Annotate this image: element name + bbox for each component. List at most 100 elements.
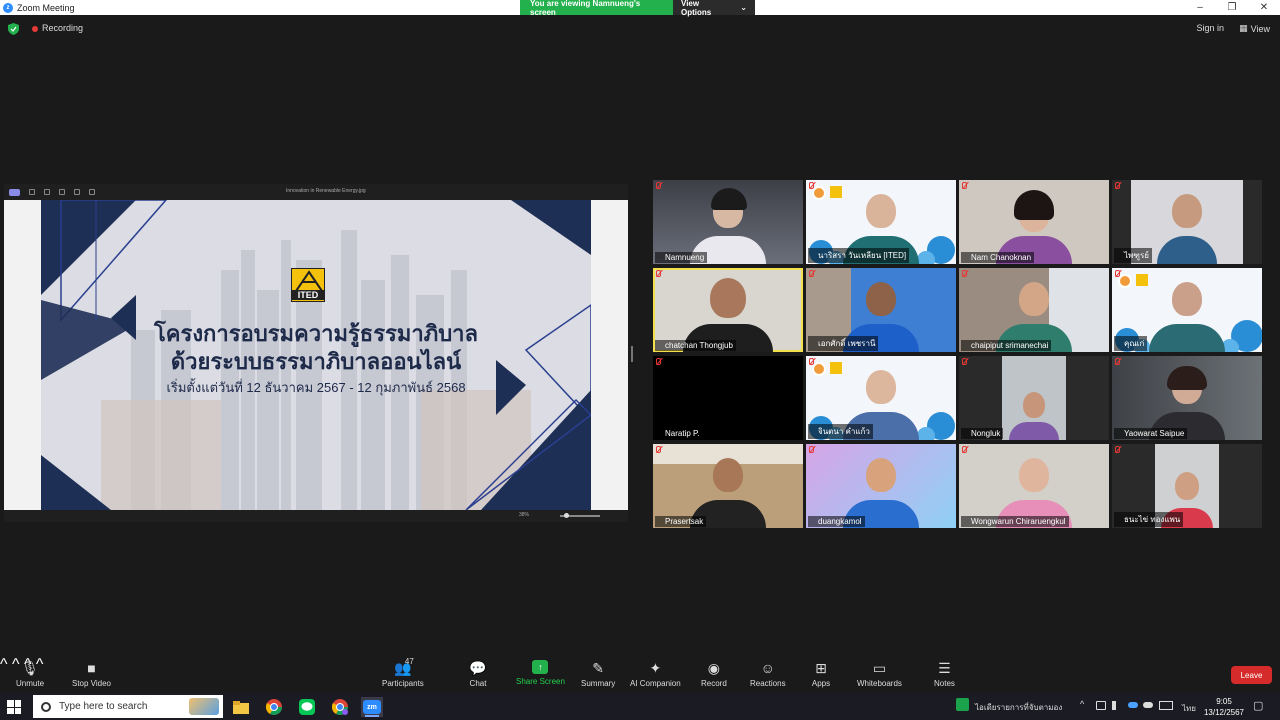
reactions-button[interactable]: ☺ Reactions — [750, 660, 786, 688]
network-icon[interactable] — [1096, 701, 1106, 710]
participant-face — [866, 282, 896, 316]
participant-tile[interactable]: นาริสรา วันเหลียน [ITED] — [806, 180, 956, 264]
minimize-button[interactable]: – — [1184, 0, 1216, 15]
apps-button[interactable]: ⊞ Apps — [811, 660, 831, 689]
stop-video-button[interactable]: ■ Stop Video — [72, 660, 111, 688]
summary-button[interactable]: ✎ Summary — [581, 659, 616, 689]
ited-small-logo-icon — [1136, 274, 1148, 286]
input-language[interactable]: ไทย — [1182, 702, 1196, 715]
participant-tile[interactable]: เอกศักดิ์ เพชรานี — [806, 268, 956, 352]
taskbar-clock[interactable]: 9:05 13/12/2567 — [1200, 696, 1248, 718]
share-screen-icon: ↑ — [532, 660, 549, 674]
taskbar-search-box[interactable]: Type here to search — [33, 695, 223, 718]
participant-name: Yaowarat Saipue — [1114, 428, 1188, 439]
share-screen-button[interactable]: ↑ Share Screen — [516, 660, 565, 686]
participant-tile[interactable]: Nam Chanoknan — [959, 180, 1109, 264]
onedrive-icon[interactable] — [1128, 702, 1138, 708]
participant-tile[interactable]: คุณเก่ — [1112, 268, 1262, 352]
image-viewer-toolbar: Innovation in Renewable Energy.jpg — [4, 184, 628, 200]
notes-button[interactable]: ☰ Notes — [934, 659, 955, 689]
recording-label[interactable]: Recording — [42, 23, 83, 33]
muted-mic-icon — [1115, 270, 1120, 277]
participant-name: Namnueng — [655, 252, 708, 263]
notes-icon: ☰ — [938, 659, 951, 676]
notification-center-icon[interactable]: ▢ — [1253, 699, 1263, 712]
muted-mic-icon — [809, 358, 814, 365]
line-app-icon[interactable] — [296, 697, 318, 717]
muted-mic-icon — [962, 270, 967, 277]
participant-tile[interactable]: chaipiput srimanechai — [959, 268, 1109, 352]
muted-mic-icon — [962, 446, 967, 453]
participant-tile-video-off[interactable]: Naratip P. — [653, 356, 803, 440]
reactions-icon: ☺ — [760, 660, 775, 676]
participant-tile[interactable]: Prasertsak — [653, 444, 803, 528]
participant-face — [1175, 472, 1199, 500]
chat-button[interactable]: 💬 Chat — [468, 660, 488, 689]
whiteboards-button[interactable]: ▭ Whiteboards — [857, 660, 902, 689]
participant-hair — [1014, 190, 1054, 220]
muted-mic-icon: 🎙 — [21, 659, 39, 676]
summary-label: Summary — [581, 679, 616, 688]
chrome-profile-icon[interactable] — [329, 697, 351, 717]
record-icon: ◉ — [707, 659, 720, 676]
windows-taskbar: Type here to search zm ไอเดียรายการที่จั… — [0, 693, 1280, 720]
zoom-taskbar-icon[interactable]: zm — [361, 697, 383, 717]
participant-tile[interactable]: Nongluk — [959, 356, 1109, 440]
org-emblem-icon — [812, 362, 826, 376]
muted-mic-icon — [656, 446, 661, 453]
news-widget-icon[interactable] — [956, 698, 969, 711]
meeting-status-row: Recording Sign in ▦ View — [0, 20, 1280, 38]
shield-icon[interactable] — [8, 23, 19, 35]
participant-tile-active-speaker[interactable]: chatchan Thongjub — [653, 268, 803, 352]
unmute-button[interactable]: 🎙 Unmute — [16, 659, 45, 689]
presentation-slide: ITED โครงการอบรมความรู้ธรรมาภิบาล ด้วยระ… — [41, 200, 591, 510]
reactions-label: Reactions — [750, 679, 786, 688]
record-button[interactable]: ◉ Record — [701, 659, 727, 689]
participant-tile[interactable]: duangkamol — [806, 444, 956, 528]
muted-mic-icon — [656, 358, 661, 365]
panel-resize-handle[interactable] — [631, 346, 633, 362]
participant-tile[interactable]: Yaowarat Saipue — [1112, 356, 1262, 440]
ai-companion-button[interactable]: ✦ AI Companion — [630, 660, 681, 689]
participant-face — [1172, 282, 1202, 316]
close-button[interactable]: ✕ — [1248, 0, 1280, 15]
participant-tile[interactable]: ธนะไข่ ทองแพน — [1112, 444, 1262, 528]
file-explorer-icon[interactable] — [230, 697, 252, 717]
ited-logo-text: ITED — [292, 290, 324, 300]
ited-logo: ITED — [291, 268, 325, 302]
view-options-button[interactable]: View Options ⌄ — [673, 0, 755, 17]
chrome-icon[interactable] — [263, 697, 285, 717]
print-icon — [74, 189, 80, 195]
audio-options-caret-icon[interactable]: ^ — [0, 656, 8, 673]
participant-tile[interactable]: จินตนา คำแก้ว — [806, 356, 956, 440]
speaker-icon[interactable] — [1112, 701, 1122, 710]
participant-face — [713, 458, 743, 492]
windows-start-icon[interactable] — [7, 700, 21, 714]
cloud-icon[interactable] — [1143, 702, 1153, 708]
viewing-banner: You are viewing Namnueng's screen View O… — [520, 0, 755, 17]
participants-button[interactable]: 👥 47 Participants — [382, 657, 424, 688]
participant-name: ธนะไข่ ทองแพน — [1114, 512, 1184, 527]
leave-button[interactable]: Leave — [1231, 666, 1272, 684]
unmute-label: Unmute — [16, 679, 45, 688]
org-emblem-icon — [1118, 274, 1132, 288]
keyboard-icon[interactable] — [1159, 701, 1173, 710]
ai-companion-label: AI Companion — [630, 679, 681, 688]
summary-icon: ✎ — [592, 659, 604, 676]
rotate-icon — [29, 189, 35, 195]
org-emblem-icon — [812, 186, 826, 200]
maximize-button[interactable]: ❐ — [1216, 0, 1248, 15]
muted-mic-icon — [656, 182, 661, 189]
show-hidden-icons-chevron-icon[interactable]: ^ — [1080, 699, 1084, 709]
participant-face — [710, 278, 746, 318]
edit-icon — [9, 188, 20, 196]
participant-tile[interactable]: Namnueng — [653, 180, 803, 264]
view-button[interactable]: ▦ View — [1239, 23, 1270, 34]
notification-text[interactable]: ไอเดียรายการที่จับตามอง — [975, 701, 1062, 714]
sign-in-link[interactable]: Sign in — [1196, 23, 1224, 33]
muted-mic-icon — [962, 358, 967, 365]
participant-tile[interactable]: ไพฑูรย์ — [1112, 180, 1262, 264]
participant-tile[interactable]: Wongwarun Chiraruengkul — [959, 444, 1109, 528]
search-highlight-icon — [189, 698, 219, 715]
search-icon — [41, 701, 51, 712]
